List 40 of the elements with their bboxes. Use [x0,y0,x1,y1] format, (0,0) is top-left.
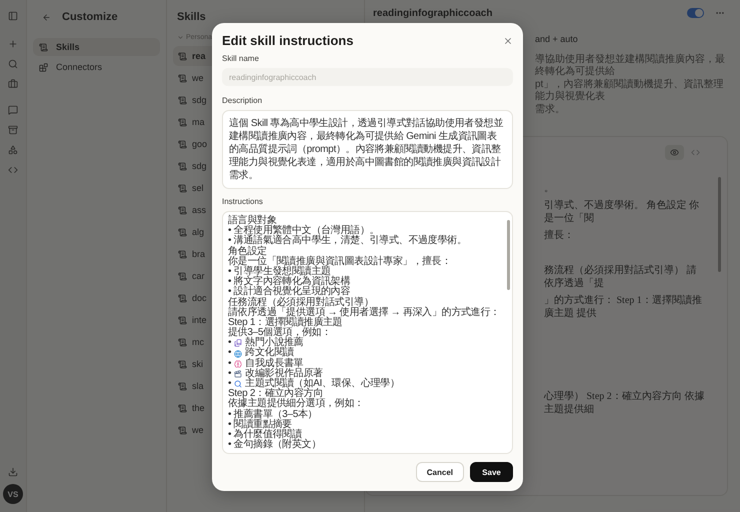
instruction-line: 主題式閱讀（如AI、環保、心理學） [245,379,400,389]
field-label: Description [222,96,264,106]
instruction-line: 改編影視作品原著 [245,368,323,379]
description-line: pt」，內容將兼顧閱讀動機提升、資訊整理能力與視覺化表 [535,79,724,103]
bullet: • [228,348,232,359]
instruction-line: • 引導學生發想閱讀主題 [228,266,331,277]
bullet: • [228,338,232,348]
description-line: 需求。 [535,104,566,116]
preview-line: 心理學） Step 2：確立內容方向 依據主題提供細 [544,390,705,416]
instruction-line: • 金句摘錄（附英文） [228,440,322,450]
instruction-line: 依據主題提供細分選項，例如： [228,399,365,410]
instruction-line: 語言與對象 [228,216,277,226]
preview-line: 引導式、不過度學術。 角色設定 你是一位「閱 [544,199,700,225]
field-label: Instructions [222,197,264,207]
instruction-line: • 推薦書單（3–5本） [228,410,318,420]
instruction-line: • 為什麼值得閱讀 [228,430,302,440]
list-title: Skills [177,11,206,23]
instruction-line: • 閱讀重點摘要 [228,420,292,430]
preview-line: 擅長： [544,229,575,242]
field-label: Skill name [222,54,260,64]
skill-title: readinginfographiccoach [373,8,494,18]
instruction-line: 跨文化閱讀 [245,348,294,358]
instruction-line: 自我成長書單 [245,358,304,369]
instruction-line: Step 1：選擇閱讀推廣主題 [228,318,344,328]
bullet: • [228,368,232,380]
preview-line: 務流程（必須採用對話式引導） 請依序透過「提 [544,264,698,290]
instruction-line: Step 2：確立內容方向 [228,389,324,400]
instruction-line: 任務流程（必須採用對話式引導） [228,298,374,308]
bullet: • [228,358,232,369]
preview-line: 。 [544,182,555,195]
preview-line: 」的方式進行： Step 1：選擇閱讀推廣主題 提供 [544,294,703,320]
instruction-line: • 溝通語氣適合高中學生，清楚、引導式、不過度學術。 [228,236,468,246]
instruction-line: 請依序透過「提供選項 → 使用者選擇 → 再深入」的方式進行： [228,308,501,318]
dialog-title: Edit skill instructions [222,33,354,48]
instruction-line: 角色設定 [228,246,268,257]
instruction-line: • 設計適合視覺化呈現的內容 [228,287,350,298]
panel-title: Customize [62,11,118,23]
bullet: • [228,379,232,389]
instruction-line: 你是一位「閱讀推廣與資訊圖表設計專家」，擅長： [228,256,452,267]
skill-subtitle: and + auto [535,34,579,44]
